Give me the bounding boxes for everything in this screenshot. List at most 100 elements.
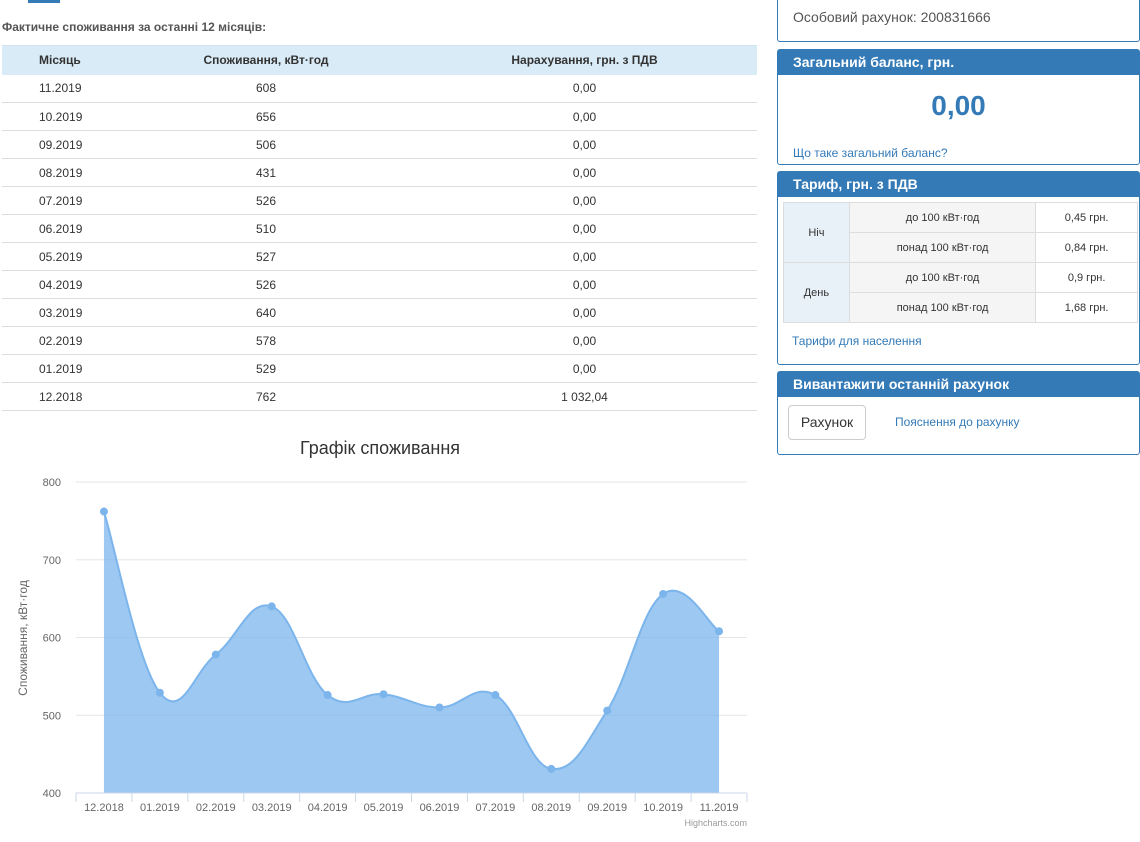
cell-month: 09.2019 xyxy=(2,130,120,159)
x-tick-label: 03.2019 xyxy=(252,802,292,814)
data-point[interactable] xyxy=(659,589,668,598)
tariffs-for-population-link[interactable]: Тарифи для населення xyxy=(792,334,922,348)
cell-consumption: 526 xyxy=(120,186,412,215)
chart-title: Графік споживання xyxy=(300,438,460,458)
cell-consumption: 656 xyxy=(120,102,412,131)
table-row: 09.2019 506 0,00 xyxy=(2,130,757,159)
series-area-fill xyxy=(103,511,720,793)
tariff-table: Ніч до 100 кВт·год 0,45 грн. понад 100 к… xyxy=(783,202,1138,323)
table-row: 06.2019 510 0,00 xyxy=(2,214,757,243)
x-tick-label: 02.2019 xyxy=(196,802,236,814)
data-point[interactable] xyxy=(547,764,556,773)
cell-month: 05.2019 xyxy=(2,242,120,271)
cell-charges: 0,00 xyxy=(412,158,757,187)
cell-charges: 0,00 xyxy=(412,130,757,159)
x-tick-label: 06.2019 xyxy=(420,802,460,814)
data-point[interactable] xyxy=(323,691,332,700)
cell-charges: 0,00 xyxy=(412,102,757,131)
cell-month: 01.2019 xyxy=(2,354,120,383)
tariff-price: 1,68 грн. xyxy=(1035,292,1138,323)
chart-svg: Графік споживання Споживання, кВт·год 40… xyxy=(16,438,748,828)
top-accent-bar xyxy=(28,0,60,3)
tariff-panel-header: Тариф, грн. з ПДВ xyxy=(778,172,1139,197)
chart-credits[interactable]: Highcharts.com xyxy=(684,818,747,828)
cell-charges: 0,00 xyxy=(412,214,757,243)
cell-consumption: 578 xyxy=(120,326,412,355)
cell-month: 07.2019 xyxy=(2,186,120,215)
tariff-price: 0,45 грн. xyxy=(1035,202,1138,233)
download-bill-button[interactable]: Рахунок xyxy=(788,405,866,440)
column-header-consumption: Споживання, кВт·год xyxy=(120,45,412,75)
account-number: Особовий рахунок: 200831666 xyxy=(793,9,991,25)
section-title: Фактичне споживання за останні 12 місяці… xyxy=(2,20,267,34)
table-row: 05.2019 527 0,00 xyxy=(2,242,757,271)
table-row: 02.2019 578 0,00 xyxy=(2,326,757,355)
cell-charges: 0,00 xyxy=(412,326,757,355)
data-point[interactable] xyxy=(211,650,220,659)
x-tick-label: 07.2019 xyxy=(475,802,515,814)
table-row: 04.2019 526 0,00 xyxy=(2,270,757,299)
cell-month: 06.2019 xyxy=(2,214,120,243)
cell-month: 02.2019 xyxy=(2,326,120,355)
cell-consumption: 526 xyxy=(120,270,412,299)
data-point[interactable] xyxy=(379,690,388,699)
cell-consumption: 640 xyxy=(120,298,412,327)
cell-charges: 1 032,04 xyxy=(412,382,757,411)
data-point[interactable] xyxy=(715,627,724,636)
table-row: 11.2019 608 0,00 xyxy=(2,74,757,103)
y-tick-label: 500 xyxy=(43,710,61,722)
account-panel: Особовий рахунок: 200831666 xyxy=(777,0,1140,42)
cell-consumption: 431 xyxy=(120,158,412,187)
y-tick-label: 600 xyxy=(43,633,61,645)
y-tick-label: 800 xyxy=(43,477,61,489)
cell-charges: 0,00 xyxy=(412,186,757,215)
tariff-period-day: День xyxy=(783,262,850,323)
tariff-range: понад 100 кВт·год xyxy=(848,292,1037,323)
cell-consumption: 608 xyxy=(120,74,412,103)
column-header-month: Місяць xyxy=(2,45,120,75)
data-point[interactable] xyxy=(435,703,444,712)
tariff-period-night: Ніч xyxy=(783,202,850,263)
table-row: 10.2019 656 0,00 xyxy=(2,102,757,131)
data-point[interactable] xyxy=(603,706,612,715)
cell-charges: 0,00 xyxy=(412,354,757,383)
y-tick-label: 400 xyxy=(43,788,61,800)
table-row: 01.2019 529 0,00 xyxy=(2,354,757,383)
tariff-range: понад 100 кВт·год xyxy=(848,232,1037,263)
consumption-chart: Графік споживання Споживання, кВт·год 40… xyxy=(0,420,760,840)
tariff-row: День до 100 кВт·год 0,9 грн. xyxy=(783,262,1138,323)
data-point[interactable] xyxy=(267,602,276,611)
x-tick-label: 08.2019 xyxy=(531,802,571,814)
data-point[interactable] xyxy=(99,507,108,516)
balance-value: 0,00 xyxy=(931,90,986,121)
data-point[interactable] xyxy=(155,688,164,697)
x-tick-label: 05.2019 xyxy=(364,802,404,814)
cell-charges: 0,00 xyxy=(412,242,757,271)
x-tick-label: 12.2018 xyxy=(84,802,124,814)
consumption-table: Місяць Споживання, кВт·год Нарахування, … xyxy=(2,45,757,411)
table-row: 12.2018 762 1 032,04 xyxy=(2,382,757,411)
bill-explanation-link[interactable]: Пояснення до рахунку xyxy=(895,415,1020,429)
y-axis-label: Споживання, кВт·год xyxy=(16,580,30,696)
cell-month: 11.2019 xyxy=(2,74,120,103)
cell-month: 03.2019 xyxy=(2,298,120,327)
data-point[interactable] xyxy=(491,691,500,700)
cell-consumption: 527 xyxy=(120,242,412,271)
x-tick-label: 10.2019 xyxy=(643,802,683,814)
cell-charges: 0,00 xyxy=(412,74,757,103)
cell-consumption: 506 xyxy=(120,130,412,159)
table-row: 08.2019 431 0,00 xyxy=(2,158,757,187)
tariff-price: 0,9 грн. xyxy=(1035,262,1138,293)
cell-month: 10.2019 xyxy=(2,102,120,131)
cell-month: 04.2019 xyxy=(2,270,120,299)
x-tick-label: 01.2019 xyxy=(140,802,180,814)
table-row: 03.2019 640 0,00 xyxy=(2,298,757,327)
cell-charges: 0,00 xyxy=(412,270,757,299)
cell-consumption: 762 xyxy=(120,382,412,411)
x-tick-label: 11.2019 xyxy=(700,802,739,814)
y-tick-label: 700 xyxy=(43,555,61,567)
balance-info-link[interactable]: Що таке загальний баланс? xyxy=(793,146,948,160)
balance-panel-header: Загальний баланс, грн. xyxy=(778,50,1139,75)
x-tick-label: 09.2019 xyxy=(587,802,627,814)
cell-consumption: 510 xyxy=(120,214,412,243)
